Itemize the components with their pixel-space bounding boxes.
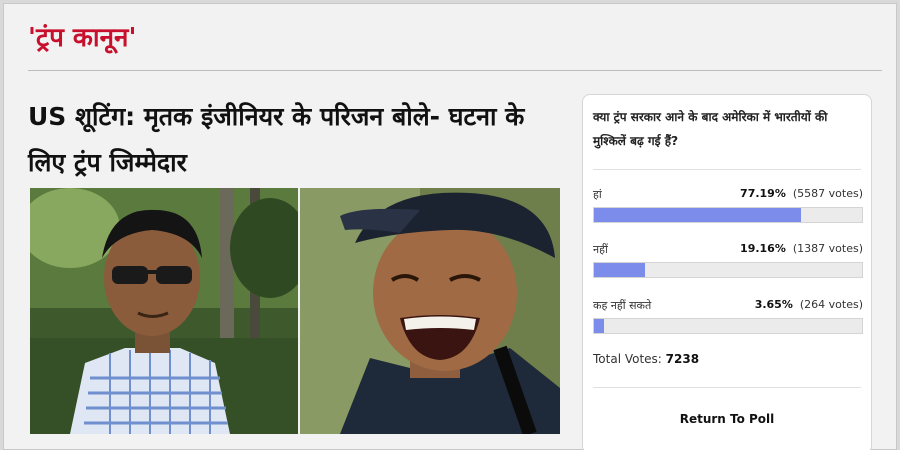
poll-option-stats: 19.16% (1387 votes)	[740, 242, 863, 255]
poll-result-bar	[593, 318, 863, 334]
poll-option-label: कह नहीं सकते	[593, 299, 652, 312]
poll-option-label: हां	[593, 188, 602, 201]
poll-option-stats: 3.65% (264 votes)	[755, 298, 863, 311]
poll-option-percent: 77.19%	[740, 187, 786, 200]
poll-option-label: नहीं	[593, 243, 608, 256]
poll-question: क्या ट्रंप सरकार आने के बाद अमेरिका में …	[593, 110, 828, 148]
photo-man-sunglasses[interactable]	[30, 188, 298, 434]
poll-option: कह नहीं सकते 3.65% (264 votes)	[593, 298, 863, 344]
poll-result-fill	[594, 208, 801, 222]
poll-result-fill	[594, 319, 604, 333]
poll-option-percent: 3.65%	[754, 298, 793, 311]
poll-result-bar	[593, 207, 863, 223]
poll-option-percent: 19.16%	[740, 242, 786, 255]
photo-man-cap-smiling[interactable]	[300, 188, 560, 434]
poll-result-bar	[593, 262, 863, 278]
poll-option: हां 77.19% (5587 votes)	[593, 187, 863, 233]
poll-divider	[593, 169, 861, 170]
section-divider	[28, 70, 882, 71]
page-frame: 'ट्रंप कानून' US शूटिंग: मृतक इंजीनियर क…	[3, 3, 897, 450]
article-headline[interactable]: US शूटिंग: मृतक इंजीनियर के परिजन बोले- …	[28, 94, 548, 186]
poll-option-votes: (264 votes)	[799, 298, 863, 311]
poll-total-votes: Total Votes: 7238	[593, 352, 699, 366]
return-to-poll-button[interactable]: Return To Poll	[593, 401, 861, 437]
poll-option-stats: 77.19% (5587 votes)	[740, 187, 863, 200]
poll-total-value: 7238	[665, 352, 700, 366]
section-title[interactable]: 'ट्रंप कानून'	[28, 18, 136, 54]
poll-widget: क्या ट्रंप सरकार आने के बाद अमेरिका में …	[582, 94, 872, 450]
poll-result-fill	[594, 263, 646, 277]
poll-option-votes: (1387 votes)	[792, 242, 863, 255]
poll-option: नहीं 19.16% (1387 votes)	[593, 242, 863, 288]
poll-divider	[593, 387, 861, 388]
poll-option-votes: (5587 votes)	[792, 187, 863, 200]
poll-total-label: Total Votes:	[593, 352, 662, 366]
